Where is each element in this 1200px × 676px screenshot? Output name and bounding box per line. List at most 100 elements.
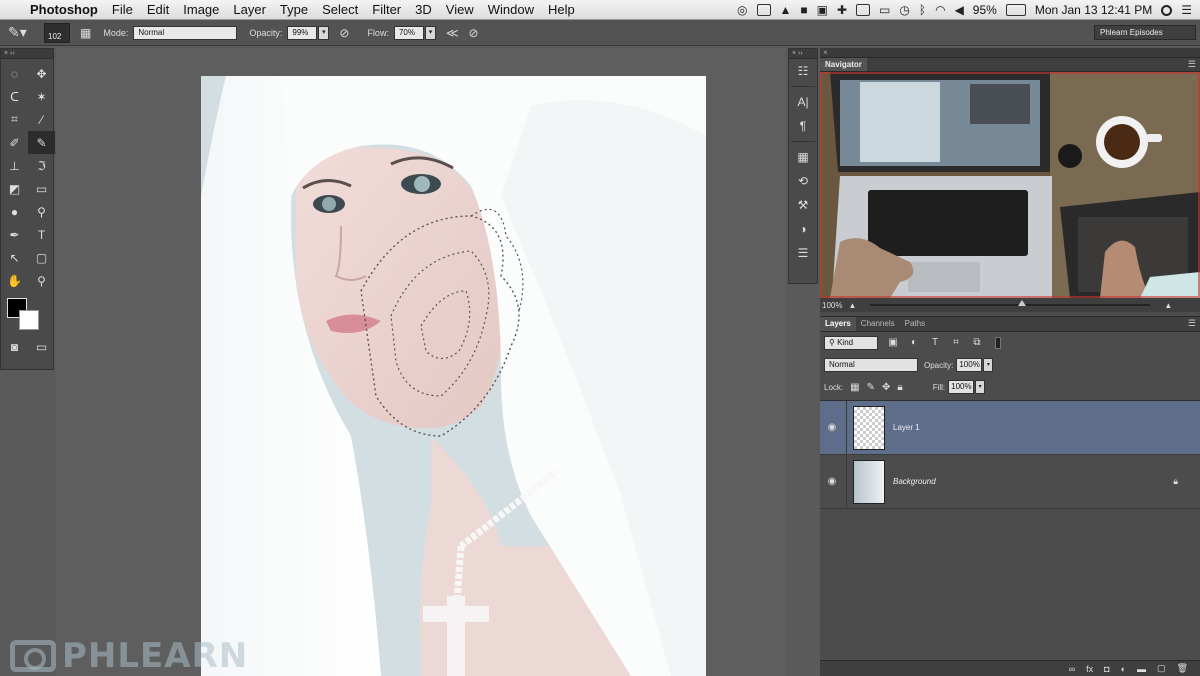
clock[interactable]: Mon Jan 13 12:41 PM [1035,3,1152,17]
tool-presets-icon[interactable]: ⚒ [789,193,817,217]
menu-select[interactable]: Select [322,2,358,17]
creative-cloud-icon[interactable]: ◎ [737,3,747,17]
fill-input[interactable]: 100% [948,380,975,394]
menu-help[interactable]: Help [548,2,575,17]
shape-filter-icon[interactable]: ⌗ [950,337,962,349]
new-layer-icon[interactable]: ▢ [1157,663,1166,674]
bluetooth-icon[interactable]: ᛒ [919,3,926,17]
airbrush-icon[interactable]: ≪ [446,26,459,40]
clone-source-icon[interactable]: ⟲ [789,169,817,193]
hand-tool-icon[interactable]: ✋ [1,269,28,292]
pixel-filter-icon[interactable]: ▣ [887,337,899,349]
new-group-icon[interactable]: ▬ [1137,664,1146,674]
layers-panel-menu-icon[interactable]: ☰ [1188,318,1196,329]
layer-row-background[interactable]: ◉ Background 🔒︎ [820,454,1200,509]
adjustment-filter-icon[interactable]: ◐ [908,337,920,349]
airplay-icon[interactable]: ▭ [879,3,890,17]
tab-paths[interactable]: Paths [900,317,930,331]
menu-view[interactable]: View [446,2,474,17]
zoom-tool-icon[interactable]: ⚲ [28,269,55,292]
navigator-zoom-value[interactable]: 100% [822,301,842,310]
volume-icon[interactable]: ◀ [955,3,964,17]
paragraph-panel-icon[interactable]: ¶ [789,114,817,138]
clone-stamp-tool-icon[interactable]: ⊥ [1,154,28,177]
brush-panel-toggle-icon[interactable]: ▦ [80,26,91,40]
brush-tool-icon[interactable]: ✎ [28,131,55,154]
filter-toggle[interactable] [995,337,1001,349]
link-layers-icon[interactable]: ∞ [1069,664,1075,674]
screen-mode-icon[interactable]: ▭ [28,335,55,358]
screen-record-icon[interactable] [756,4,771,16]
pen-tool-icon[interactable]: ✒ [1,223,28,246]
lasso-tool-icon[interactable]: ᑕ [1,85,28,108]
path-selection-tool-icon[interactable]: ↖ [1,246,28,269]
lock-transparency-icon[interactable]: ▦ [850,382,859,393]
evernote-icon[interactable]: ■ [800,3,807,17]
brush-presets-icon[interactable]: ▦ [789,145,817,169]
visibility-eye-icon[interactable]: ◉ [821,422,843,433]
document-canvas[interactable] [201,76,706,676]
gradient-tool-icon[interactable]: ▭ [28,177,55,200]
menu-window[interactable]: Window [488,2,534,17]
lock-position-icon[interactable]: ✥ [882,382,890,393]
adjustments-icon[interactable]: ◑ [789,217,817,241]
menu-3d[interactable]: 3D [415,2,432,17]
pressure-opacity-icon[interactable]: ⊘ [339,26,349,40]
eraser-tool-icon[interactable]: ◩ [1,177,28,200]
layer-opacity-arrow[interactable]: ▾ [983,358,994,372]
brush-size-picker[interactable]: 102 [44,22,70,43]
spotlight-search-icon[interactable] [1161,4,1173,16]
history-brush-tool-icon[interactable]: ℑ [28,154,55,177]
zoom-out-icon[interactable]: ▲ [848,301,856,310]
layer-opacity-input[interactable]: 100% [956,358,983,372]
marquee-tool-icon[interactable]: ◌ [1,62,28,85]
smart-object-filter-icon[interactable]: ⧉ [971,337,983,349]
lock-pixels-icon[interactable]: ✎ [867,382,875,393]
healing-brush-tool-icon[interactable]: ✐ [1,131,28,154]
wifi-icon[interactable]: ◠ [935,3,945,17]
app-menu[interactable]: Photoshop [30,2,98,17]
layer-name[interactable]: Layer 1 [893,423,920,432]
tab-navigator[interactable]: Navigator [820,58,867,71]
menu-filter[interactable]: Filter [372,2,401,17]
background-color[interactable] [19,310,39,330]
panel-menu-icon[interactable]: ☰ [1188,59,1196,70]
menu-layer[interactable]: Layer [233,2,266,17]
display-icon[interactable] [856,4,871,16]
type-filter-icon[interactable]: T [929,337,941,349]
character-panel-icon[interactable]: A| [789,90,817,114]
time-machine-icon[interactable]: ◷ [899,3,909,17]
flow-input[interactable]: 70% [393,25,424,40]
blur-tool-icon[interactable]: ● [1,200,28,223]
workspace-select[interactable]: Phlearn Episodes [1094,25,1196,40]
history-panel-icon[interactable]: ☷ [789,59,817,83]
mode-select[interactable]: Normal [133,25,238,40]
shape-tool-icon[interactable]: ▢ [28,246,55,269]
close-icon[interactable]: × [823,48,828,58]
zoom-slider[interactable] [870,300,1151,306]
menu-type[interactable]: Type [280,2,308,17]
new-adjustment-icon[interactable]: ◐ [1121,664,1126,674]
zoom-slider-thumb[interactable] [1018,300,1027,306]
blend-mode-select[interactable]: Normal [824,358,918,372]
type-tool-icon[interactable]: T [28,223,55,246]
menu-edit[interactable]: Edit [147,2,169,17]
pressure-size-icon[interactable]: ⊘ [469,26,479,40]
visibility-eye-icon[interactable]: ◉ [821,476,843,487]
eyedropper-tool-icon[interactable]: ⁄ [28,108,55,131]
navigator-panel-bar[interactable]: × [820,48,1200,58]
layer-style-icon[interactable]: fx [1086,664,1093,674]
notification-center-icon[interactable]: ☰ [1181,3,1192,17]
tab-channels[interactable]: Channels [856,317,900,331]
magic-wand-tool-icon[interactable]: ✶ [28,85,55,108]
kind-filter-select[interactable]: ⚲ Kind [824,336,878,350]
navigator-preview[interactable] [820,72,1200,298]
dropbox-icon[interactable]: ✚ [837,3,847,17]
crop-tool-icon[interactable]: ⌗ [1,108,28,131]
quick-mask-icon[interactable]: ◙ [1,335,28,358]
tools-panel-header[interactable]: × ‹‹ [1,49,53,59]
opacity-dropdown-arrow[interactable]: ▾ [318,25,330,40]
brush-preset-icon[interactable]: ✎▾ [8,24,30,42]
add-mask-icon[interactable]: ◘ [1104,664,1109,674]
zoom-in-icon[interactable]: ▲ [1164,301,1172,310]
